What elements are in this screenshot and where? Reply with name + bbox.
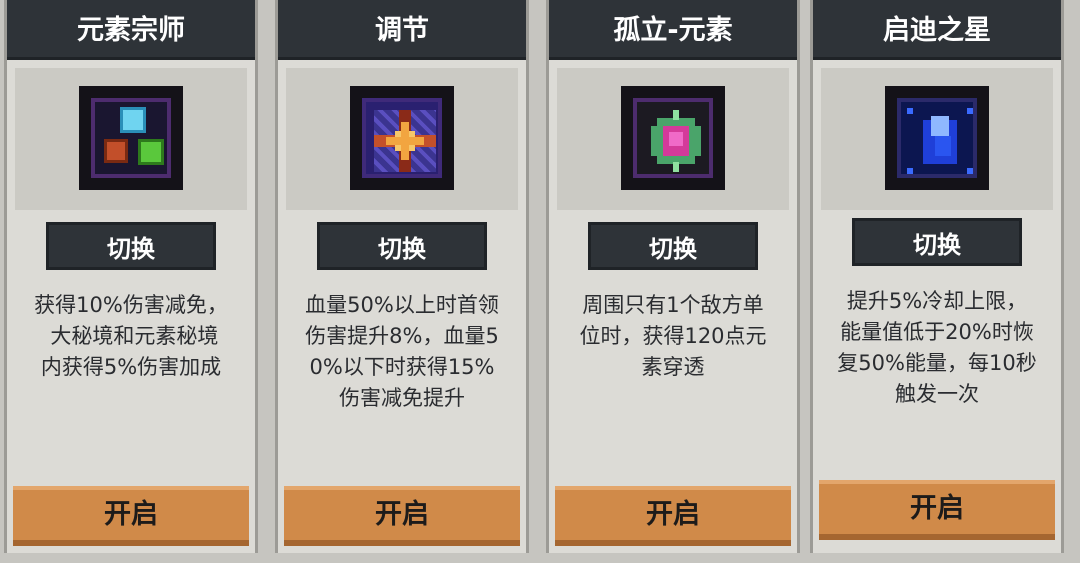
icon-area bbox=[286, 68, 518, 210]
switch-button[interactable]: 切换 bbox=[317, 222, 487, 270]
card-title: 调节 bbox=[278, 0, 526, 60]
open-button[interactable]: 开启 bbox=[13, 486, 249, 546]
card-description: 周围只有1个敌方单 位时，获得120点元 素穿透 bbox=[579, 293, 767, 379]
icon-area bbox=[821, 68, 1053, 210]
switch-button[interactable]: 切换 bbox=[852, 218, 1022, 266]
open-button[interactable]: 开启 bbox=[284, 486, 520, 546]
card-title: 元素宗师 bbox=[7, 0, 255, 60]
open-button[interactable]: 开启 bbox=[555, 486, 791, 546]
talent-card-list: 元素宗师 切换 获得10%伤害减免， 大秘境和元素秘境 内获得5%伤害加成 开启… bbox=[0, 0, 1080, 563]
enlightenment-star-crystal-icon bbox=[885, 86, 989, 190]
talent-card: 启迪之星 切换 提升5%冷却上限， 能量值低于20%时恢 复50%能量，每10秒… bbox=[810, 0, 1064, 553]
icon-area bbox=[557, 68, 789, 210]
open-button[interactable]: 开启 bbox=[819, 480, 1055, 540]
card-title: 启迪之星 bbox=[813, 0, 1061, 60]
isolated-element-gem-icon bbox=[621, 86, 725, 190]
switch-button[interactable]: 切换 bbox=[46, 222, 216, 270]
card-title: 孤立-元素 bbox=[549, 0, 797, 60]
talent-card: 元素宗师 切换 获得10%伤害减免， 大秘境和元素秘境 内获得5%伤害加成 开启 bbox=[4, 0, 258, 553]
adjust-star-icon bbox=[350, 86, 454, 190]
talent-card: 孤立-元素 切换 周围只有1个敌方单 位时，获得120点元 素穿透 开启 bbox=[546, 0, 800, 553]
card-description: 提升5%冷却上限， 能量值低于20%时恢 复50%能量，每10秒 触发一次 bbox=[837, 289, 1037, 406]
card-description: 获得10%伤害减免， 大秘境和元素秘境 内获得5%伤害加成 bbox=[34, 293, 228, 379]
card-description: 血量50%以上时首领 伤害提升8%，血量5 0%以下时获得15% 伤害减免提升 bbox=[305, 293, 499, 410]
icon-area bbox=[15, 68, 247, 210]
talent-card: 调节 切换 血量50%以上时首领 伤害提升8%，血量5 0%以下时获得15% 伤… bbox=[275, 0, 529, 553]
switch-button[interactable]: 切换 bbox=[588, 222, 758, 270]
element-master-orbs-icon bbox=[79, 86, 183, 190]
